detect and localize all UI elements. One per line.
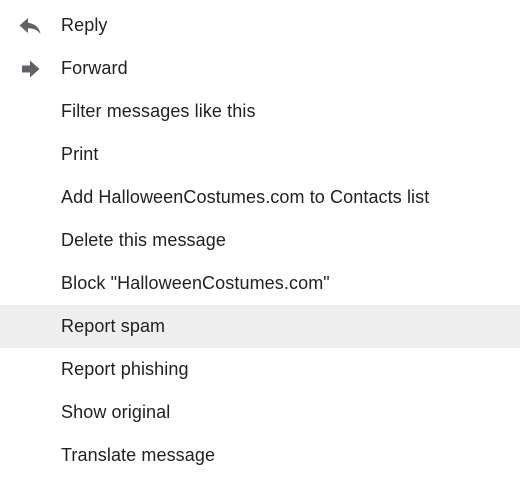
menu-item-label: Show original [61, 402, 171, 422]
menu-item-label: Add HalloweenCostumes.com to Contacts li… [61, 187, 430, 207]
menu-item-label: Delete this message [61, 230, 226, 250]
menu-item-label: Forward [61, 58, 128, 78]
reply-icon [0, 4, 61, 47]
menu-item-forward[interactable]: Forward [0, 47, 520, 90]
forward-icon [0, 47, 61, 90]
menu-item-block-sender[interactable]: Block "HalloweenCostumes.com" [0, 262, 520, 305]
menu-item-delete-message[interactable]: Delete this message [0, 219, 520, 262]
menu-item-add-to-contacts[interactable]: Add HalloweenCostumes.com to Contacts li… [0, 176, 520, 219]
menu-item-translate-message[interactable]: Translate message [0, 434, 520, 477]
menu-item-label: Filter messages like this [61, 101, 256, 121]
message-actions-menu: Reply Forward Filter messages like this … [0, 0, 520, 481]
menu-item-report-spam[interactable]: Report spam [0, 305, 520, 348]
menu-item-label: Reply [61, 15, 108, 35]
menu-item-label: Report spam [61, 316, 166, 336]
menu-item-label: Print [61, 144, 99, 164]
menu-item-label: Report phishing [61, 359, 189, 379]
menu-item-print[interactable]: Print [0, 133, 520, 176]
menu-item-filter-messages[interactable]: Filter messages like this [0, 90, 520, 133]
menu-item-report-phishing[interactable]: Report phishing [0, 348, 520, 391]
menu-item-label: Block "HalloweenCostumes.com" [61, 273, 330, 293]
menu-item-reply[interactable]: Reply [0, 4, 520, 47]
menu-item-show-original[interactable]: Show original [0, 391, 520, 434]
menu-item-label: Translate message [61, 445, 216, 465]
